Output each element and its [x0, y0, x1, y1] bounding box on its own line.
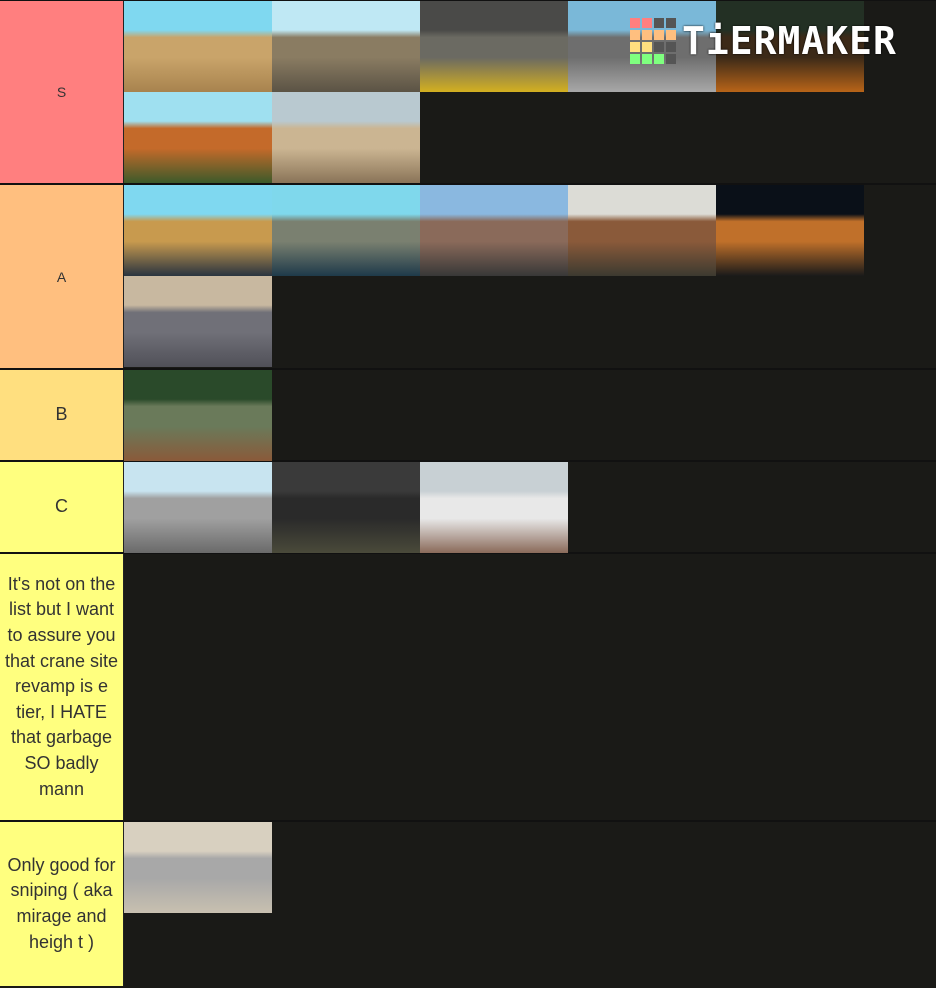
crane-site-map-thumbnail[interactable] — [272, 1, 420, 92]
tier-items — [124, 554, 936, 820]
tier-label[interactable]: It's not on the list but I want to assur… — [0, 554, 124, 820]
desert-town-map-thumbnail[interactable] — [124, 1, 272, 92]
industrial-gas-station-map-thumbnail[interactable] — [568, 1, 716, 92]
night-gas-station-map-thumbnail[interactable] — [716, 1, 864, 92]
tier-label-text: S — [56, 84, 67, 100]
refinery-map-thumbnail[interactable] — [124, 276, 272, 367]
city-street-map-thumbnail[interactable] — [420, 185, 568, 276]
tier-row: Only good for sniping ( aka mirage and h… — [0, 820, 936, 986]
tier-label[interactable]: C — [0, 462, 124, 552]
tier-items — [124, 822, 936, 986]
tier-label-text: B — [55, 404, 68, 425]
tier-row: C — [0, 460, 936, 553]
tier-list-board: S A B C It's not on the list but I want to a… — [0, 0, 936, 986]
tier-row: B — [0, 368, 936, 461]
tier-items — [124, 185, 936, 368]
bunker-map-thumbnail[interactable] — [272, 462, 420, 553]
jungle-village-map-thumbnail[interactable] — [124, 370, 272, 461]
tier-label-text: Only good for sniping ( aka mirage and h… — [7, 854, 116, 952]
tier-items — [124, 370, 936, 461]
desert-market-map-thumbnail[interactable] — [272, 92, 420, 183]
tier-label-text: C — [55, 496, 68, 517]
tier-label[interactable]: S — [0, 1, 124, 183]
church-map-thumbnail[interactable] — [568, 185, 716, 276]
tier-row: S — [0, 0, 936, 183]
snow-base-map-thumbnail[interactable] — [420, 462, 568, 553]
tier-label[interactable]: A — [0, 185, 124, 368]
power-plant-map-thumbnail[interactable] — [272, 185, 420, 276]
aerial-city-map-thumbnail[interactable] — [124, 822, 272, 913]
tier-label[interactable]: B — [0, 370, 124, 460]
tier-items — [124, 462, 936, 553]
tier-items — [124, 1, 936, 183]
tier-row: A — [0, 183, 936, 368]
motel-highway-map-thumbnail[interactable] — [124, 185, 272, 276]
tier-label-text: A — [56, 268, 67, 285]
oil-rig-map-thumbnail[interactable] — [716, 185, 864, 276]
construction-yard-map-thumbnail[interactable] — [124, 462, 272, 553]
suburb-pool-map-thumbnail[interactable] — [124, 92, 272, 183]
tier-label-text: It's not on the list but I want to assur… — [4, 573, 119, 799]
tier-row: It's not on the list but I want to assur… — [0, 552, 936, 820]
tier-label[interactable]: Only good for sniping ( aka mirage and h… — [0, 822, 124, 986]
subway-station-map-thumbnail[interactable] — [420, 1, 568, 92]
